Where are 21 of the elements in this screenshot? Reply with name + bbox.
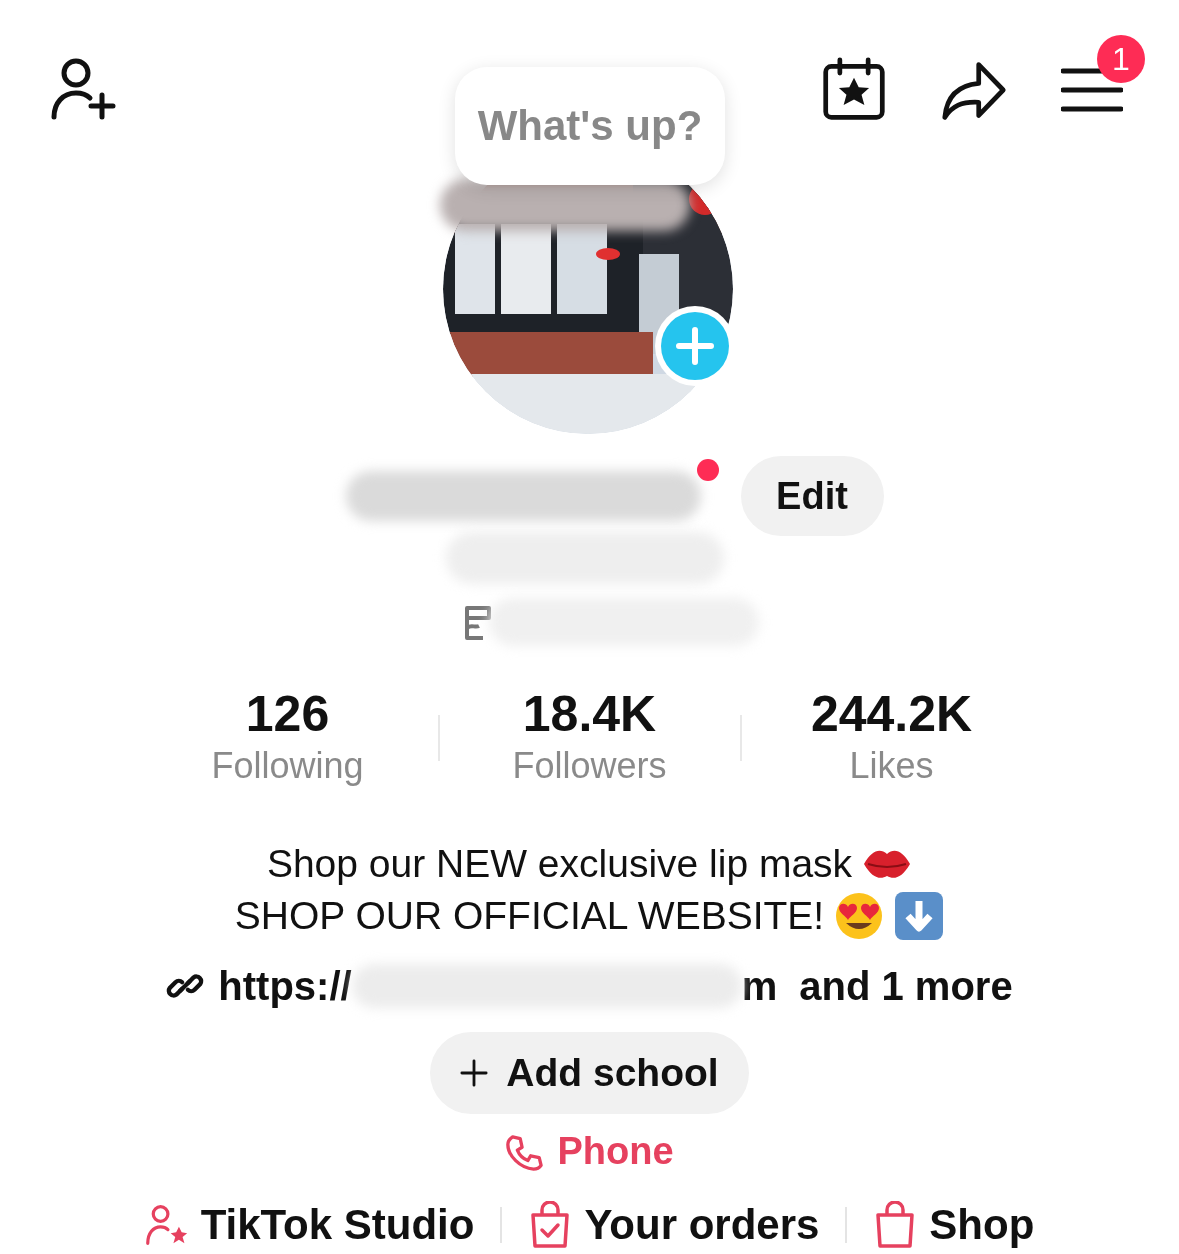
notification-dot — [696, 459, 719, 481]
stat-count: 18.4K — [521, 686, 658, 742]
calendar-star-icon[interactable] — [821, 57, 887, 123]
bio-text: SHOP OUR OFFICIAL WEBSITE! — [234, 894, 825, 938]
stat-count: 126 — [244, 686, 331, 742]
phone-icon — [505, 1132, 544, 1171]
add-school-button[interactable]: Add school — [430, 1032, 749, 1114]
plus-icon — [460, 1059, 489, 1087]
heart-eyes-face-icon — [834, 891, 885, 941]
website-link[interactable]: https:// — [218, 963, 352, 1009]
shortcut-link[interactable]: Shop — [873, 1201, 1035, 1249]
shortcut-link[interactable]: Your orders — [528, 1201, 820, 1249]
notification-badge: 1 — [1097, 35, 1145, 83]
more-links[interactable]: and 1 more — [799, 963, 1013, 1009]
status-bubble[interactable]: What's up? — [455, 67, 725, 185]
edit-button[interactable]: Edit — [740, 456, 884, 536]
stat-count: 244.2K — [809, 686, 974, 742]
phone-link[interactable]: Phone — [505, 1130, 674, 1173]
website-link[interactable]: m — [741, 963, 778, 1009]
shortcut-link[interactable]: TikTok Studio — [144, 1201, 475, 1249]
bio-text: Shop our NEW exclusive lip mask — [266, 842, 853, 886]
